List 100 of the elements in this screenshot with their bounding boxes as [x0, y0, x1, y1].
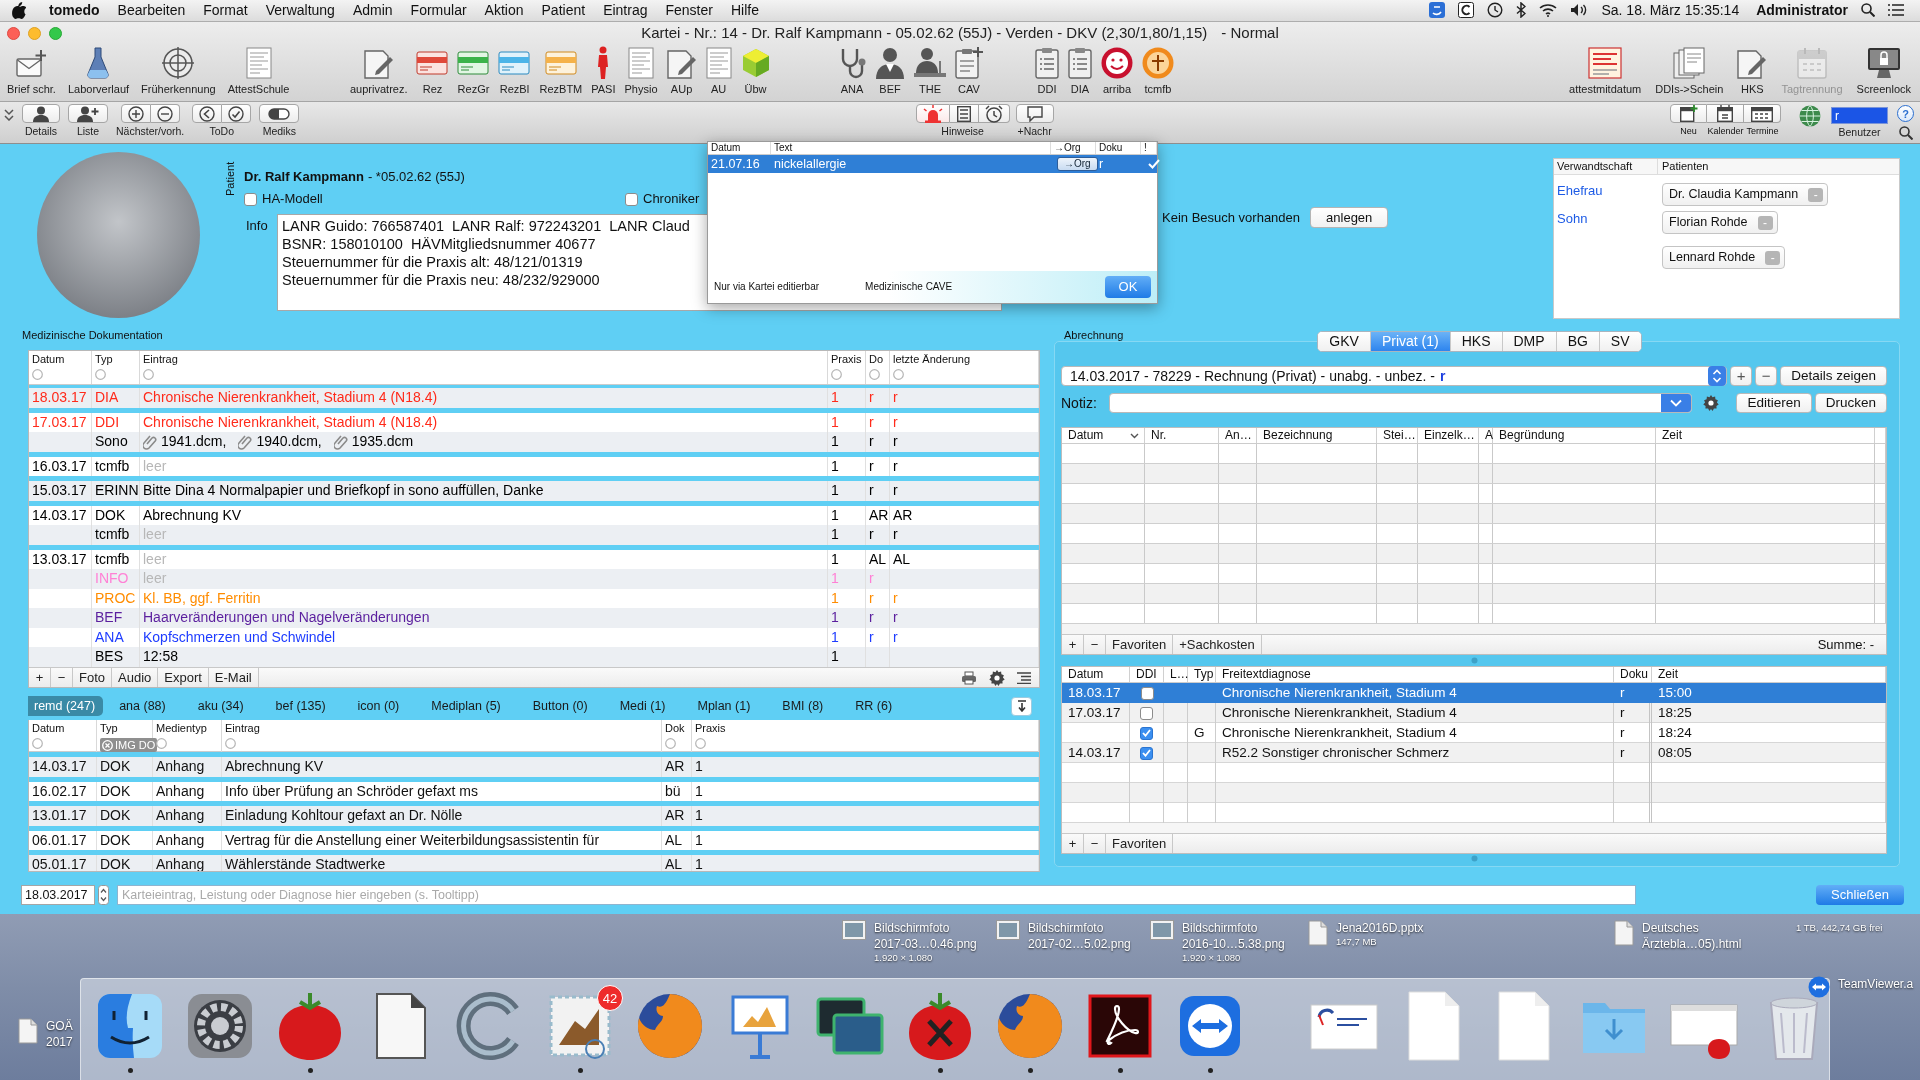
patient-chip[interactable]: Florian Rohde - — [1662, 211, 1778, 234]
column-header[interactable]: Doku — [1620, 667, 1648, 682]
image-file-icon[interactable] — [996, 920, 1020, 940]
table-row[interactable]: 17.03.17 DDI Chronische Nierenkrankheit, Stadium 4 (N18.4) 1 r r — [29, 412, 1039, 432]
attachment-link[interactable]: 1941.dcm, — [161, 432, 227, 452]
column-header[interactable]: →Org — [1051, 142, 1096, 154]
printer-icon[interactable] — [961, 670, 977, 685]
table-row[interactable]: 15.03.17 ERINN Bitte Dina 4 Normalpapier und Briefkopf in sono auffüllen, Danke 1 r r — [29, 481, 1039, 501]
toolbar-button[interactable]: RezBTM — [536, 45, 586, 97]
user-menu[interactable]: Administrator — [1756, 2, 1848, 19]
file-name[interactable]: GOÄ 2017 — [46, 1018, 73, 1050]
toolbar-button[interactable]: Favoriten — [1106, 635, 1174, 654]
column-header[interactable]: Datum — [708, 142, 771, 154]
toolbar-button[interactable] — [22, 104, 60, 123]
toolbar-button[interactable]: auprivatrez. — [347, 45, 411, 97]
tab[interactable]: aku (34) — [181, 696, 260, 716]
tab[interactable]: remd (247) — [28, 696, 104, 716]
remove-circle-icon[interactable] — [102, 739, 113, 751]
menu-item[interactable]: Eintrag — [603, 2, 648, 19]
patient-link[interactable]: Florian Rohde — [1669, 215, 1748, 230]
table-row[interactable]: 13.01.17 DOK Anhang Einladung Kohltour gefaxt an Dr. Nölle AR 1 — [29, 806, 1039, 826]
org-button[interactable]: →Org — [1057, 157, 1098, 171]
tab[interactable]: Medi (1) — [603, 696, 682, 716]
user-field[interactable]: r — [1831, 107, 1888, 124]
splitter-handle-icon[interactable] — [1470, 855, 1478, 862]
column-header[interactable]: Text — [771, 142, 1051, 154]
tab[interactable]: Mplan (1) — [681, 696, 767, 716]
toolbar-button[interactable]: Favoriten — [1106, 834, 1174, 853]
menu-item[interactable]: Verwaltung — [265, 2, 335, 19]
table-row[interactable]: 16.02.17 DOK Anhang Info über Prüfung an Schröder gefaxt ms bü 1 — [29, 781, 1039, 801]
toolbar-button[interactable]: DDI — [1032, 45, 1062, 97]
table-row[interactable]: tcmfb leer 1 r r — [29, 525, 1039, 545]
tab[interactable]: bef (135) — [259, 696, 342, 716]
toolbar-button[interactable]: ANA — [835, 45, 869, 97]
toolbar-button[interactable] — [192, 104, 223, 123]
column-header[interactable]: Einzelk… — [1424, 428, 1475, 443]
gear-icon[interactable] — [1703, 395, 1720, 411]
column-header[interactable]: Praxis — [695, 722, 726, 736]
table-row[interactable]: 06.01.17 DOK Anhang Vertrag für die Anstellung einer Weiterbildungsassistentin für AL 1 — [29, 830, 1039, 850]
column-header[interactable]: Typ — [1194, 667, 1214, 682]
table-row[interactable]: 14.03.17 DOK Anhang Abrechnung KV AR 1 — [29, 757, 1039, 777]
column-header[interactable]: Bezeichnung — [1263, 428, 1333, 443]
table-row[interactable]: 14.03.17 R52.2 Sonstiger chronischer Schmerz r 08:05 — [1062, 743, 1886, 763]
toolbar-button[interactable]: RezBl — [495, 45, 534, 97]
toolbar-button[interactable]: Export — [158, 668, 209, 687]
toolbar-button[interactable]: Foto — [73, 668, 112, 687]
invoice-dropdown[interactable]: 14.03.2017 - 78229 - Rechnung (Privat) - unabg. - unbez. - r — [1061, 366, 1728, 386]
toolbar-button[interactable]: attestmitdatum — [1566, 45, 1645, 97]
checkbox[interactable] — [244, 192, 257, 206]
checkbox[interactable] — [1140, 706, 1153, 720]
toolbar-button[interactable]: PASI — [588, 45, 619, 97]
column-header[interactable]: Eintrag — [143, 353, 178, 367]
patient-chip[interactable]: Lennard Rohde - — [1662, 246, 1786, 269]
print-button[interactable]: Drucken — [1814, 393, 1887, 413]
column-header[interactable]: Zeit — [1662, 428, 1682, 443]
toolbar-button[interactable]: + — [1062, 635, 1084, 654]
column-header[interactable]: Verwandtschaft — [1554, 159, 1658, 174]
help-button[interactable]: ? — [1897, 105, 1914, 122]
toolbar-button[interactable]: AttestSchule — [224, 45, 293, 97]
patient-link[interactable]: Dr. Claudia Kampmann — [1669, 187, 1799, 202]
toolbar-button[interactable] — [222, 104, 252, 123]
toolbar-button[interactable]: − — [1755, 366, 1778, 386]
toolbar-button[interactable] — [1015, 104, 1054, 123]
column-header[interactable]: Nr. — [1151, 428, 1167, 443]
patient-chip[interactable]: Dr. Claudia Kampmann - — [1662, 183, 1829, 206]
toolbar-button[interactable]: − — [1084, 635, 1106, 654]
column-header[interactable]: Datum — [1068, 667, 1104, 682]
toolbar-button[interactable]: DDIs->Schein — [1652, 45, 1727, 97]
toolbar-button[interactable]: − — [51, 668, 73, 687]
gear-icon[interactable] — [185, 991, 255, 1061]
close-button[interactable] — [7, 26, 20, 40]
image-file-icon[interactable] — [842, 920, 866, 940]
menu-item[interactable]: Formular — [410, 2, 467, 19]
column-header[interactable]: Freitextdiagnose — [1222, 667, 1311, 682]
checkbox[interactable] — [1140, 746, 1153, 760]
toolbar-button[interactable]: Brief schr. — [4, 45, 59, 97]
toolbar-button[interactable]: Screenlock — [1853, 45, 1914, 97]
search-icon[interactable] — [1861, 3, 1875, 18]
toolbar-button[interactable]: Rez — [413, 45, 452, 97]
toolbar-button[interactable] — [150, 104, 180, 123]
column-header[interactable]: Datum — [32, 722, 65, 736]
list-lines-icon[interactable] — [1017, 671, 1031, 684]
note-combobox[interactable] — [1108, 393, 1693, 413]
sort-chevron-icon[interactable] — [1130, 432, 1139, 439]
menu-item[interactable]: Bearbeiten — [117, 2, 186, 19]
toolbar-button[interactable] — [1744, 104, 1781, 123]
menu-item[interactable]: Aktion — [484, 2, 524, 19]
segment-button[interactable] — [949, 104, 979, 123]
toolbar-button[interactable] — [1670, 104, 1707, 123]
bluetooth-icon[interactable] — [1516, 2, 1527, 19]
app-menu[interactable]: tomedo — [49, 2, 100, 19]
table-row[interactable]: 05.01.17 DOK Anhang Wählerstände Stadtwerke AL 1 — [29, 855, 1039, 871]
toolbar-button[interactable]: Laborverlauf — [64, 45, 133, 97]
column-header[interactable]: Stei… — [1383, 428, 1416, 443]
toolbar-button[interactable]: arriba — [1098, 45, 1136, 97]
menu-clock[interactable]: Sa. 18. März 15:35:14 — [1601, 2, 1740, 19]
column-header[interactable]: Datum — [32, 353, 65, 367]
menu-item[interactable]: Fenster — [665, 2, 713, 19]
table-row[interactable]: 18.03.17 Chronische Nierenkrankheit, Stadium 4 r 15:00 — [1062, 683, 1886, 703]
search-icon[interactable] — [1898, 126, 1913, 140]
